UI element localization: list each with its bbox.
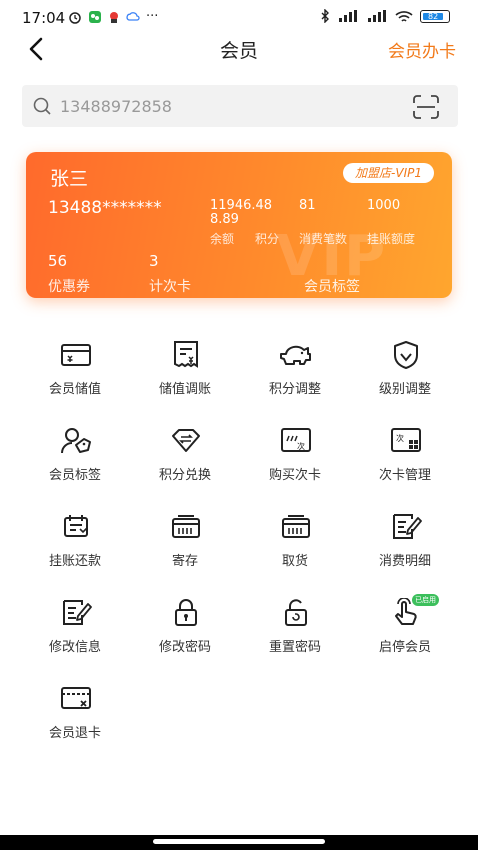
search-box	[22, 85, 458, 127]
edit-info-icon	[63, 600, 92, 625]
shield-check-icon	[394, 341, 418, 369]
battery-icon: 82	[420, 9, 450, 23]
search-input[interactable]	[60, 93, 390, 119]
card-close-icon	[61, 687, 91, 709]
reset-lock-icon	[285, 599, 307, 626]
menu-label: 会员退卡	[48, 726, 101, 741]
times-card-label[interactable]: 计次卡	[149, 276, 191, 296]
menu-label: 寄存	[171, 554, 198, 569]
edit-list-icon	[393, 514, 422, 539]
menu-deposit[interactable]: 寄存	[130, 508, 240, 578]
times-card-value: 3	[149, 252, 159, 270]
status-time: 17:04	[22, 9, 66, 27]
svg-text:次: 次	[297, 441, 305, 451]
header: 会员 会员办卡	[0, 30, 478, 66]
menu-label: 取货	[281, 554, 308, 569]
balance-value-line2: 8.89	[210, 212, 239, 227]
member-card[interactable]: VIP 张三 加盟店-VIP1 13488******* 11946.48 8.…	[26, 152, 452, 298]
menu-label: 消费明细	[378, 554, 431, 569]
menu-label: 启停会员	[378, 640, 431, 655]
menu-label: 修改信息	[48, 640, 101, 655]
user-tag-icon	[61, 428, 91, 454]
wifi-icon	[395, 10, 413, 22]
menu-change-password[interactable]: 修改密码	[130, 594, 240, 664]
menu-label: 会员标签	[48, 468, 101, 483]
svg-text:次: 次	[396, 433, 404, 443]
menu-consume-detail[interactable]: 消费明细	[350, 508, 460, 578]
menu-label: 购买次卡	[268, 468, 321, 483]
menu-label: 积分兑换	[158, 468, 211, 483]
cloud-icon	[126, 11, 140, 21]
menu-label: 次卡管理	[378, 468, 431, 483]
enabled-badge: 已启用	[412, 594, 439, 606]
menu-label: 重置密码	[268, 640, 321, 655]
menu-label: 修改密码	[158, 640, 211, 655]
balance-value-line1: 11946.48	[210, 198, 273, 213]
menu-points-adjust[interactable]: 积分调整	[240, 336, 350, 406]
coupon-value: 56	[48, 252, 68, 270]
home-indicator[interactable]	[153, 839, 325, 844]
consume-count-value: 81	[299, 198, 316, 213]
menu-buy-times-card[interactable]: 次 购买次卡	[240, 422, 350, 492]
open-card-button[interactable]: 会员办卡	[388, 37, 456, 62]
member-level-badge: 加盟店-VIP1	[343, 163, 434, 183]
menu-member-recharge[interactable]: 会员储值	[20, 336, 130, 406]
deposit-box-icon	[172, 515, 200, 538]
balance-label: 余额	[210, 232, 235, 246]
lock-icon	[175, 599, 197, 626]
signal-icon-2	[368, 10, 386, 22]
menu-balance-adjust[interactable]: 储值调账	[130, 336, 240, 406]
coupon-label[interactable]: 优惠券	[48, 276, 90, 296]
points-label: 积分	[255, 232, 280, 246]
credit-limit-value: 1000	[367, 198, 401, 213]
pickup-box-icon	[282, 515, 310, 538]
menu-times-card-manage[interactable]: 次 次卡管理	[350, 422, 460, 492]
repayment-icon	[64, 515, 88, 537]
wechat-icon	[89, 10, 101, 23]
credit-limit-label: 挂账额度	[367, 232, 416, 246]
menu-member-tag[interactable]: 会员标签	[20, 422, 130, 492]
signal-icon	[339, 10, 357, 22]
search-icon	[33, 97, 51, 115]
member-tag-label[interactable]: 会员标签	[304, 276, 360, 296]
receipt-yen-icon	[174, 341, 198, 368]
alarm-icon	[69, 11, 81, 24]
consume-count-label: 消费笔数	[299, 232, 348, 246]
buy-times-card-icon: 次	[281, 428, 311, 452]
piggy-bank-icon	[280, 345, 311, 365]
menu-reset-password[interactable]: 重置密码	[240, 594, 350, 664]
menu-label: 会员储值	[48, 382, 101, 397]
status-more: ···	[146, 9, 159, 24]
bluetooth-icon	[321, 9, 329, 23]
menu-points-exchange[interactable]: 积分兑换	[130, 422, 240, 492]
member-name: 张三	[50, 168, 89, 190]
menu-edit-info[interactable]: 修改信息	[20, 594, 130, 664]
diamond-exchange-icon	[172, 429, 200, 452]
member-phone: 13488*******	[48, 198, 162, 218]
menu-label: 挂账还款	[48, 554, 101, 569]
scan-icon[interactable]	[412, 95, 440, 119]
menu-label: 储值调账	[158, 382, 211, 397]
notify-app-icon	[110, 11, 118, 23]
menu-level-adjust[interactable]: 级别调整	[350, 336, 460, 406]
menu-toggle-member[interactable]: 已启用 启停会员	[350, 594, 460, 664]
times-card-manage-icon: 次	[391, 428, 421, 452]
menu-label: 级别调整	[378, 382, 431, 397]
menu-pickup[interactable]: 取货	[240, 508, 350, 578]
menu-card-refund[interactable]: 会员退卡	[20, 680, 130, 750]
card-yen-icon	[61, 344, 91, 366]
menu-credit-repay[interactable]: 挂账还款	[20, 508, 130, 578]
menu-label: 积分调整	[268, 382, 321, 397]
status-left-icons: ···	[68, 9, 158, 24]
status-right-icons: 82	[320, 9, 450, 23]
